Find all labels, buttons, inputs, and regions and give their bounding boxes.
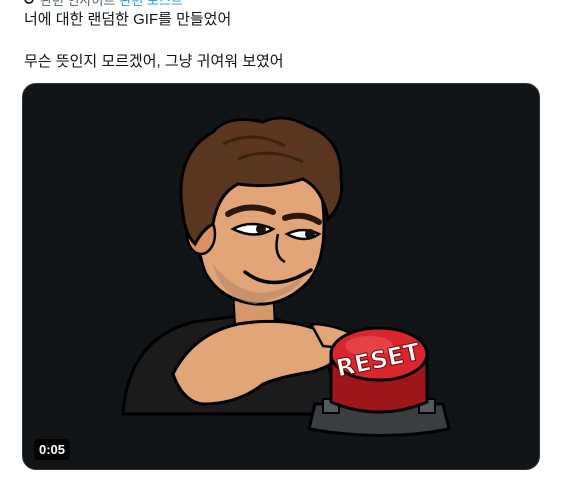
context-text: 관련 인사이트 [40,0,116,8]
gif-illustration: RESET [121,116,451,437]
post-text-line-1: 너에 대한 랜덤한 GIF를 만들었어 [24,11,232,28]
gif-timer: 0:05 [34,439,71,460]
reply-context: 관련 인사이트 관련 포스트 [22,0,183,9]
context-link[interactable]: 관련 포스트 [119,0,182,9]
post-text-line-2: 무슨 뜻인지 모르겠어, 그냥 귀여워 보였어 [24,53,284,70]
refresh-icon [22,0,36,6]
gif-media[interactable]: RESET 0:05 [22,83,540,470]
